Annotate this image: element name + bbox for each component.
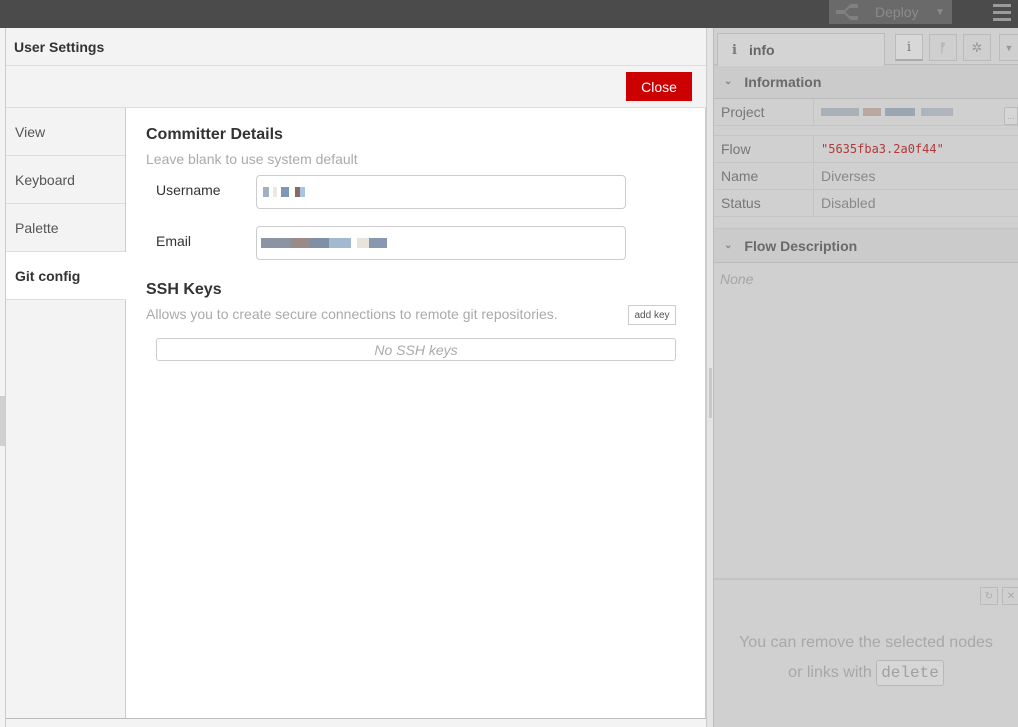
refresh-tip-button[interactable]: ↻: [980, 587, 998, 605]
ssh-keys-empty-text: No SSH keys: [374, 341, 458, 358]
tip-line-2: or links with delete: [714, 658, 1018, 688]
dialog-footer: [6, 718, 706, 727]
tip-line-2-prefix: or links with: [788, 664, 872, 681]
user-settings-dialog: User Settings Close View Keyboard Palett…: [6, 28, 706, 727]
refresh-icon: ↻: [984, 590, 994, 602]
caret-down-icon[interactable]: ▼: [928, 7, 952, 18]
dialog-button-bar: Close: [6, 66, 706, 108]
tab-info[interactable]: i info: [717, 33, 885, 66]
tips-panel: ↻ ✕ You can remove the selected nodes or…: [714, 578, 1018, 727]
deploy-button[interactable]: Deploy ▼: [829, 0, 952, 24]
tab-label: Palette: [15, 219, 59, 236]
committer-details-hint: Leave blank to use system default: [146, 151, 358, 167]
flow-description-section-header[interactable]: ⌄ Flow Description: [714, 229, 1018, 263]
close-icon: ✕: [1006, 590, 1016, 602]
close-tip-button[interactable]: ✕: [1002, 587, 1018, 605]
deploy-flow-icon: [829, 0, 865, 24]
flow-name-value: Diverses: [821, 168, 876, 184]
tab-label: Keyboard: [15, 171, 75, 188]
sidebar-splitter[interactable]: [706, 28, 714, 727]
tab-view[interactable]: View: [6, 108, 125, 156]
info-sidebar: i info i ᚠ ✲ ▼ ⌄ Information Project … F…: [714, 28, 1018, 727]
debug-bug-icon: ✲: [971, 39, 983, 55]
info-row-name: Name Diverses: [714, 163, 1018, 190]
email-input[interactable]: [256, 226, 626, 260]
username-label: Username: [156, 182, 221, 198]
close-button[interactable]: Close: [626, 72, 692, 101]
redacted-username: [261, 184, 305, 200]
flow-description-title: Flow Description: [744, 237, 858, 254]
add-key-button[interactable]: add key: [628, 305, 676, 325]
committer-details-heading: Committer Details: [146, 126, 283, 143]
ssh-keys-hint: Allows you to create secure connections …: [146, 306, 558, 322]
tab-keyboard[interactable]: Keyboard: [6, 156, 125, 204]
main-menu-button[interactable]: [986, 0, 1018, 24]
tab-label: View: [15, 123, 46, 140]
splitter-grip[interactable]: [709, 368, 712, 418]
email-label: Email: [156, 233, 192, 249]
header-bar: Deploy ▼: [0, 0, 1018, 28]
git-config-panel: Committer Details Leave blank to use sys…: [126, 108, 706, 718]
chevron-down-icon: ⌄: [724, 240, 733, 251]
information-section-header[interactable]: ⌄ Information: [714, 65, 1018, 99]
hamburger-menu-icon: [993, 2, 1011, 23]
information-title: Information: [744, 73, 822, 90]
info-row-status: Status Disabled: [714, 190, 1018, 217]
project-settings-button[interactable]: …: [1004, 107, 1018, 125]
flow-status-value: Disabled: [821, 195, 876, 211]
info-key: Flow: [714, 136, 814, 162]
info-row-project: Project: [714, 99, 1018, 126]
sidebar-tab-bar: i info i ᚠ ✲ ▼: [714, 28, 1018, 66]
git-tab-button[interactable]: ᚠ: [929, 34, 957, 61]
info-key: Name: [714, 163, 814, 189]
redacted-email: [261, 235, 387, 251]
ssh-keys-heading: SSH Keys: [146, 281, 222, 298]
git-branch-icon: ᚠ: [939, 40, 947, 55]
info-icon: i: [906, 39, 912, 55]
dropdown-icon: ▼: [1004, 42, 1014, 53]
info-row-flow: Flow "5635fba3.2a0f44": [714, 136, 1018, 163]
info-key: Project: [714, 99, 814, 125]
delete-key-badge: delete: [876, 660, 944, 686]
workspace-scrollbar[interactable]: [0, 396, 5, 446]
info-spacer: [714, 126, 1018, 136]
sidebar-menu-button[interactable]: ▼: [999, 34, 1018, 61]
deploy-label: Deploy: [875, 4, 919, 20]
tab-git-config[interactable]: Git config: [6, 252, 126, 300]
username-input[interactable]: [256, 175, 626, 209]
redacted-project-name: [814, 99, 1018, 125]
info-tab-button[interactable]: i: [895, 34, 923, 61]
tip-text: You can remove the selected nodes or lin…: [714, 628, 1018, 688]
info-icon: i: [732, 42, 737, 58]
flow-id-value: "5635fba3.2a0f44": [821, 142, 944, 156]
info-key: Status: [714, 190, 814, 216]
flow-description-value: None: [720, 271, 754, 287]
ssh-keys-list: No SSH keys: [156, 338, 676, 361]
tab-label: Git config: [15, 267, 81, 284]
chevron-down-icon: ⌄: [724, 76, 733, 87]
settings-tabs: View Keyboard Palette Git config: [6, 108, 126, 718]
tip-line-1: You can remove the selected nodes: [739, 634, 993, 651]
debug-tab-button[interactable]: ✲: [963, 34, 991, 61]
dialog-title: User Settings: [6, 28, 706, 66]
dialog-body: View Keyboard Palette Git config Committ…: [6, 108, 706, 718]
info-spacer: [714, 217, 1018, 229]
tab-palette[interactable]: Palette: [6, 204, 125, 252]
tab-info-label: info: [748, 42, 775, 58]
